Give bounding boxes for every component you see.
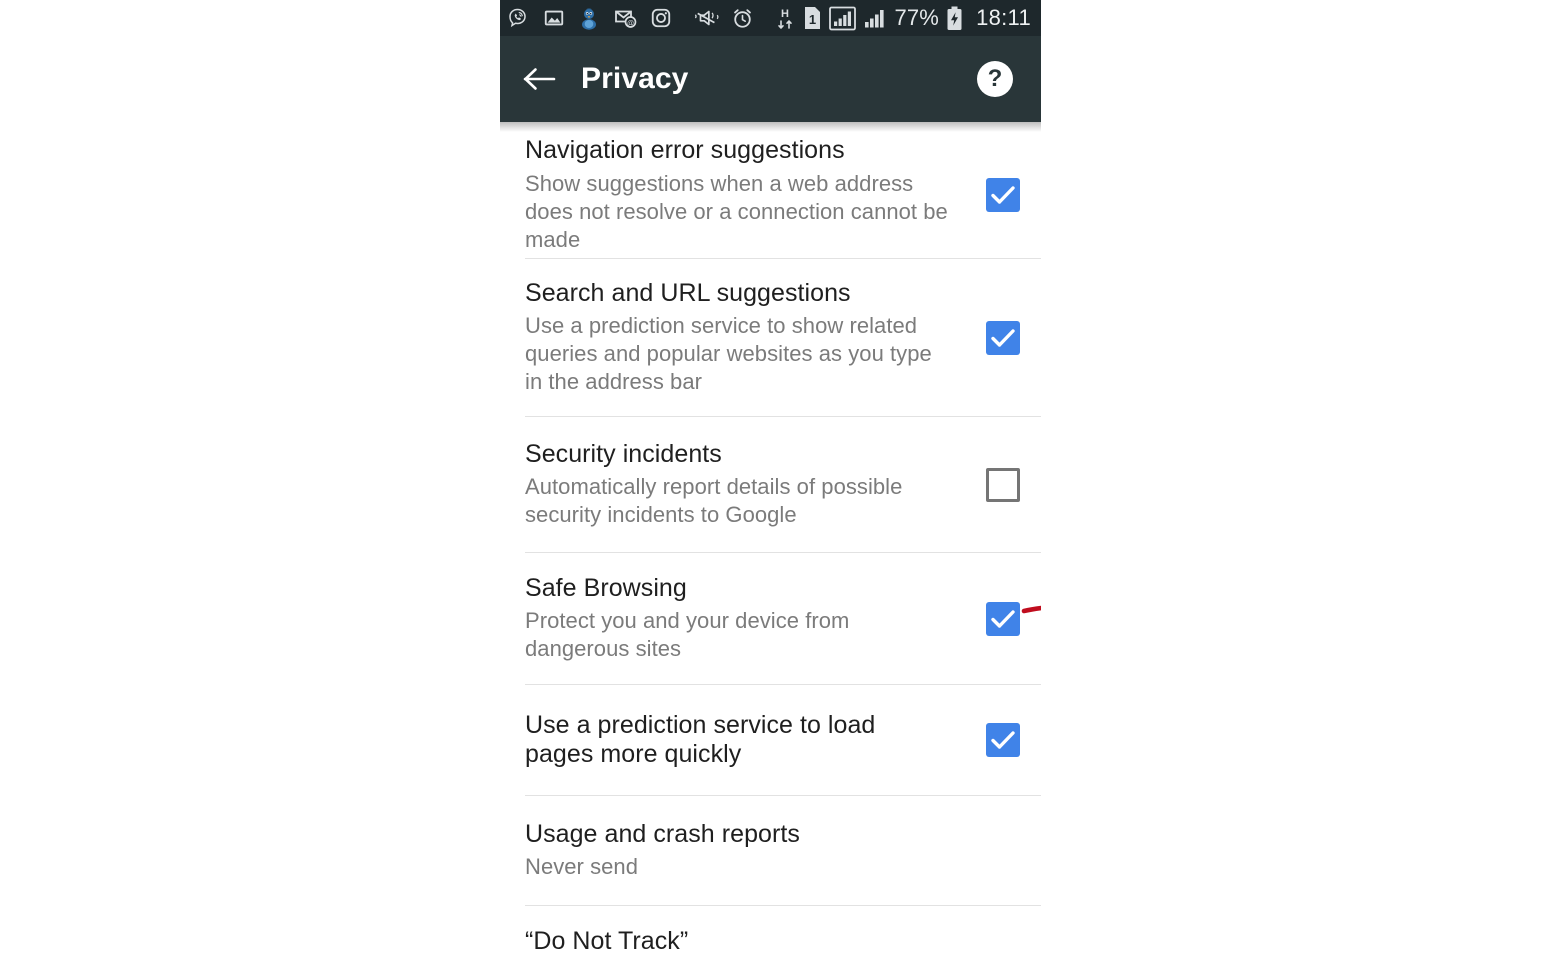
list-item-title: Safe Browsing (525, 573, 687, 602)
list-item-subtitle: Protect you and your device from dangero… (525, 608, 850, 662)
list-item-subtitle: Automatically report details of possible… (525, 474, 903, 528)
status-bar: @ H 1 77% 18:11 (500, 0, 1041, 36)
settings-list: Navigation error suggestions Show sugges… (500, 132, 1041, 960)
list-item-text: Use a prediction service to load pages m… (525, 711, 965, 770)
email-at-icon: @ (613, 7, 637, 29)
list-item-control (965, 320, 1041, 355)
checkbox-security-incidents[interactable] (986, 467, 1020, 502)
list-item-subtitle: Show suggestions when a web address does… (525, 170, 948, 252)
list-item-text: “Do Not Track” (525, 915, 965, 957)
network-type-hspa-icon: H (776, 5, 796, 31)
svg-text:@: @ (627, 20, 634, 27)
list-item-control (965, 723, 1041, 757)
list-item-search-and-url-suggestions[interactable]: Search and URL suggestions Use a predict… (500, 259, 1041, 416)
list-item-title: Use a prediction service to load pages m… (525, 710, 876, 769)
list-item-control (965, 467, 1041, 502)
page-title: Privacy (581, 62, 689, 95)
list-item-title: Search and URL suggestions (525, 278, 851, 307)
list-item-security-incidents[interactable]: Security incidents Automatically report … (500, 417, 1041, 552)
battery-percent-label: 77% (894, 5, 940, 30)
back-arrow-icon[interactable] (520, 59, 560, 99)
list-item-navigation-error-suggestions[interactable]: Navigation error suggestions Show sugges… (500, 132, 1041, 258)
checkbox-safe-browsing[interactable] (986, 601, 1020, 636)
checkbox-search-and-url-suggestions[interactable] (986, 320, 1020, 355)
list-item-subtitle: Never send (525, 854, 639, 880)
svg-text:H: H (781, 8, 789, 20)
screenshot-root: @ H 1 77% 18:11 Privacy ? Navigation err… (0, 0, 1541, 960)
signal-strength-boxed-icon (829, 6, 857, 31)
list-item-do-not-track[interactable]: “Do Not Track” (500, 906, 1041, 960)
battery-charging-icon (946, 6, 963, 31)
instagram-icon (650, 7, 672, 29)
list-item-title: “Do Not Track” (525, 927, 689, 956)
list-item-title: Navigation error suggestions (525, 136, 845, 165)
alarm-clock-icon (731, 7, 754, 30)
list-item-control (965, 601, 1041, 636)
list-item-title: Usage and crash reports (525, 819, 800, 848)
list-item-text: Safe Browsing Protect you and your devic… (525, 574, 965, 664)
app-bar-shadow (500, 122, 1041, 132)
list-item-control (965, 178, 1041, 212)
list-item-text: Search and URL suggestions Use a predict… (525, 279, 965, 397)
list-item-safe-browsing[interactable]: Safe Browsing Protect you and your devic… (500, 553, 1041, 684)
list-item-title: Security incidents (525, 439, 722, 468)
list-item-subtitle: Use a prediction service to show related… (525, 313, 932, 395)
viber-icon (506, 6, 530, 30)
list-item-usage-and-crash-reports[interactable]: Usage and crash reports Never send (500, 796, 1041, 905)
checkbox-prediction-service-load-pages[interactable] (986, 723, 1020, 757)
sim-slot-indicator-icon: 1 (803, 6, 822, 30)
help-icon-glyph: ? (987, 64, 1003, 92)
help-icon[interactable]: ? (977, 61, 1013, 97)
list-item-text: Security incidents Automatically report … (525, 440, 965, 530)
list-item-text: Usage and crash reports Never send (525, 820, 965, 882)
bird-avatar-icon (578, 6, 600, 30)
phone-screen: @ H 1 77% 18:11 Privacy ? Navigation err… (500, 0, 1041, 960)
list-item-prediction-service-load-pages[interactable]: Use a prediction service to load pages m… (500, 685, 1041, 795)
image-icon (543, 7, 565, 29)
signal-strength-icon (863, 6, 887, 30)
status-bar-clock: 18:11 (976, 5, 1031, 30)
app-bar: Privacy ? (500, 36, 1041, 122)
checkbox-navigation-error-suggestions[interactable] (986, 178, 1020, 212)
vibrate-mute-icon (694, 7, 720, 29)
list-item-text: Navigation error suggestions Show sugges… (525, 136, 965, 254)
svg-text:1: 1 (809, 12, 816, 27)
